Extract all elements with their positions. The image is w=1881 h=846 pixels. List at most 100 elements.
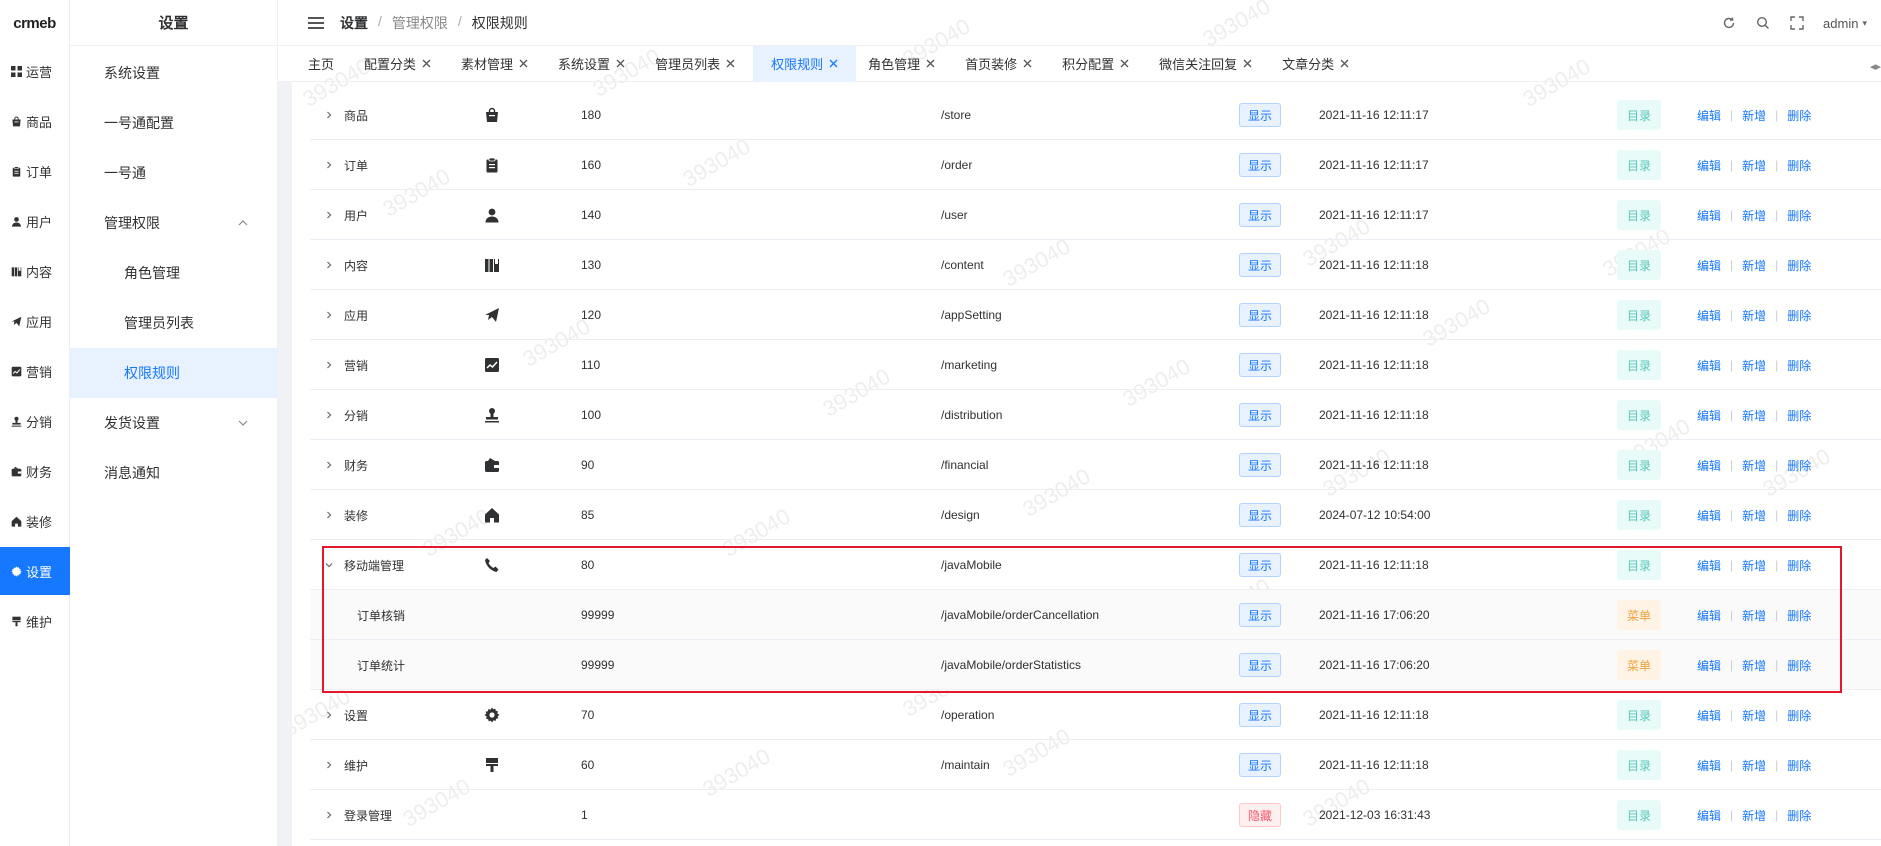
- delete-link[interactable]: 删除: [1787, 107, 1811, 124]
- chevron-right-icon[interactable]: [324, 490, 336, 540]
- close-icon[interactable]: [519, 56, 528, 71]
- tab-0[interactable]: 主页: [278, 46, 352, 82]
- submenu-item-7[interactable]: 发货设置: [70, 398, 278, 448]
- edit-link[interactable]: 编辑: [1697, 157, 1721, 174]
- edit-link[interactable]: 编辑: [1697, 407, 1721, 424]
- chevron-right-icon[interactable]: [324, 690, 336, 740]
- chevron-right-icon[interactable]: [324, 90, 336, 140]
- delete-link[interactable]: 删除: [1787, 407, 1811, 424]
- tab-6[interactable]: 角色管理: [856, 46, 953, 82]
- refresh-icon[interactable]: [1721, 15, 1737, 31]
- edit-link[interactable]: 编辑: [1697, 807, 1721, 824]
- add-link[interactable]: 新增: [1742, 807, 1766, 824]
- chevron-right-icon[interactable]: [324, 790, 336, 840]
- tab-1[interactable]: 配置分类: [352, 46, 449, 82]
- submenu-item-4[interactable]: 角色管理: [70, 248, 278, 298]
- chevron-right-icon[interactable]: [324, 290, 336, 340]
- submenu-item-6[interactable]: 权限规则: [70, 348, 278, 398]
- tab-2[interactable]: 素材管理: [449, 46, 546, 82]
- delete-link[interactable]: 删除: [1787, 257, 1811, 274]
- submenu-item-8[interactable]: 消息通知: [70, 448, 278, 498]
- rail-item-4[interactable]: 内容: [0, 247, 70, 295]
- delete-link[interactable]: 删除: [1787, 507, 1811, 524]
- breadcrumb-item[interactable]: 设置: [340, 13, 368, 33]
- chevron-right-icon[interactable]: [324, 140, 336, 190]
- add-link[interactable]: 新增: [1742, 507, 1766, 524]
- delete-link[interactable]: 删除: [1787, 157, 1811, 174]
- delete-link[interactable]: 删除: [1787, 357, 1811, 374]
- add-link[interactable]: 新增: [1742, 657, 1766, 674]
- tab-5[interactable]: 权限规则: [753, 45, 857, 82]
- edit-link[interactable]: 编辑: [1697, 507, 1721, 524]
- add-link[interactable]: 新增: [1742, 157, 1766, 174]
- delete-link[interactable]: 删除: [1787, 707, 1811, 724]
- tab-7[interactable]: 首页装修: [953, 46, 1050, 82]
- close-icon[interactable]: [1340, 56, 1349, 71]
- rail-item-1[interactable]: 商品: [0, 97, 70, 145]
- menu-toggle-icon[interactable]: [308, 16, 324, 29]
- submenu-item-2[interactable]: 一号通: [70, 148, 278, 198]
- add-link[interactable]: 新增: [1742, 557, 1766, 574]
- edit-link[interactable]: 编辑: [1697, 307, 1721, 324]
- rail-item-8[interactable]: 财务: [0, 447, 70, 495]
- add-link[interactable]: 新增: [1742, 757, 1766, 774]
- edit-link[interactable]: 编辑: [1697, 757, 1721, 774]
- submenu-item-5[interactable]: 管理员列表: [70, 298, 278, 348]
- rail-item-11[interactable]: 维护: [0, 597, 70, 645]
- tab-8[interactable]: 积分配置: [1050, 46, 1147, 82]
- add-link[interactable]: 新增: [1742, 357, 1766, 374]
- delete-link[interactable]: 删除: [1787, 807, 1811, 824]
- delete-link[interactable]: 删除: [1787, 457, 1811, 474]
- edit-link[interactable]: 编辑: [1697, 457, 1721, 474]
- rail-item-6[interactable]: 营销: [0, 347, 70, 395]
- tab-3[interactable]: 系统设置: [546, 46, 643, 82]
- add-link[interactable]: 新增: [1742, 257, 1766, 274]
- chevron-right-icon[interactable]: [324, 740, 336, 790]
- add-link[interactable]: 新增: [1742, 307, 1766, 324]
- rail-item-2[interactable]: 订单: [0, 147, 70, 195]
- submenu-item-0[interactable]: 系统设置: [70, 48, 278, 98]
- chevron-right-icon[interactable]: [324, 340, 336, 390]
- add-link[interactable]: 新增: [1742, 707, 1766, 724]
- rail-item-3[interactable]: 用户: [0, 197, 70, 245]
- rail-item-7[interactable]: 分销: [0, 397, 70, 445]
- delete-link[interactable]: 删除: [1787, 607, 1811, 624]
- tab-overflow-icon[interactable]: ◂▸: [1870, 60, 1881, 73]
- edit-link[interactable]: 编辑: [1697, 607, 1721, 624]
- add-link[interactable]: 新增: [1742, 607, 1766, 624]
- breadcrumb-item[interactable]: 管理权限: [392, 13, 448, 33]
- delete-link[interactable]: 删除: [1787, 207, 1811, 224]
- fullscreen-icon[interactable]: [1789, 15, 1805, 31]
- close-icon[interactable]: [422, 56, 431, 71]
- submenu-item-1[interactable]: 一号通配置: [70, 98, 278, 148]
- chevron-down-icon[interactable]: [324, 540, 336, 590]
- delete-link[interactable]: 删除: [1787, 657, 1811, 674]
- chevron-right-icon[interactable]: [324, 440, 336, 490]
- tab-10[interactable]: 文章分类: [1270, 46, 1367, 82]
- delete-link[interactable]: 删除: [1787, 307, 1811, 324]
- chevron-right-icon[interactable]: [324, 390, 336, 440]
- rail-item-10[interactable]: 设置: [0, 547, 70, 595]
- add-link[interactable]: 新增: [1742, 407, 1766, 424]
- edit-link[interactable]: 编辑: [1697, 107, 1721, 124]
- add-link[interactable]: 新增: [1742, 207, 1766, 224]
- close-icon[interactable]: [1120, 56, 1129, 71]
- rail-item-0[interactable]: 运营: [0, 47, 70, 95]
- tab-4[interactable]: 管理员列表: [643, 46, 753, 82]
- edit-link[interactable]: 编辑: [1697, 357, 1721, 374]
- close-icon[interactable]: [726, 56, 735, 71]
- close-icon[interactable]: [1243, 56, 1252, 71]
- close-icon[interactable]: [829, 56, 838, 71]
- submenu-item-3[interactable]: 管理权限: [70, 198, 278, 248]
- user-menu[interactable]: admin ▾: [1823, 16, 1867, 31]
- edit-link[interactable]: 编辑: [1697, 707, 1721, 724]
- edit-link[interactable]: 编辑: [1697, 207, 1721, 224]
- chevron-right-icon[interactable]: [324, 190, 336, 240]
- edit-link[interactable]: 编辑: [1697, 257, 1721, 274]
- add-link[interactable]: 新增: [1742, 457, 1766, 474]
- rail-item-5[interactable]: 应用: [0, 297, 70, 345]
- delete-link[interactable]: 删除: [1787, 757, 1811, 774]
- tab-9[interactable]: 微信关注回复: [1147, 46, 1270, 82]
- rail-item-9[interactable]: 装修: [0, 497, 70, 545]
- add-link[interactable]: 新增: [1742, 107, 1766, 124]
